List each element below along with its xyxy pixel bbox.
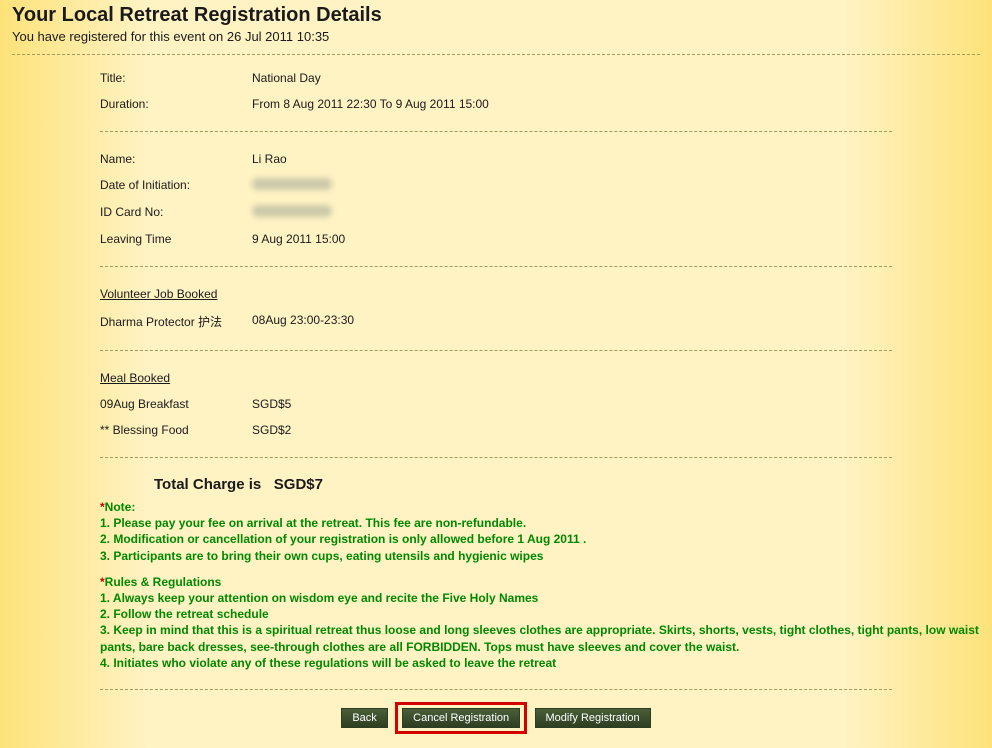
divider [100, 350, 892, 351]
meal-item-value: SGD$5 [252, 397, 980, 411]
back-button[interactable]: Back [341, 708, 387, 728]
volunteer-heading: Volunteer Job Booked [100, 281, 980, 307]
id-label: ID Card No: [100, 205, 252, 220]
duration-value: From 8 Aug 2011 22:30 To 9 Aug 2011 15:0… [252, 97, 980, 111]
meal-item-value: SGD$2 [252, 423, 980, 437]
highlight-box: Cancel Registration [395, 702, 527, 734]
doi-value [252, 178, 980, 193]
redacted-blur [252, 178, 332, 190]
rules-heading: Rules & Regulations [105, 575, 222, 589]
rule-line: 1. Always keep your attention on wisdom … [100, 591, 538, 605]
volunteer-job-label: Dharma Protector 护法 [100, 313, 252, 330]
leaving-label: Leaving Time [100, 232, 252, 246]
modify-registration-button[interactable]: Modify Registration [535, 708, 651, 728]
note-line: 3. Participants are to bring their own c… [100, 549, 543, 563]
rule-line: 2. Follow the retreat schedule [100, 607, 269, 621]
divider [100, 457, 892, 458]
note-line: 1. Please pay your fee on arrival at the… [100, 516, 526, 530]
name-label: Name: [100, 152, 252, 166]
volunteer-job-value: 08Aug 23:00-23:30 [252, 313, 980, 330]
notes-block: *Note: 1. Please pay your fee on arrival… [100, 499, 980, 681]
divider [100, 689, 892, 690]
name-value: Li Rao [252, 152, 980, 166]
leaving-value: 9 Aug 2011 15:00 [252, 232, 980, 246]
note-line: 2. Modification or cancellation of your … [100, 532, 586, 546]
note-heading: Note: [105, 500, 136, 514]
registration-subtitle: You have registered for this event on 26… [12, 29, 980, 44]
redacted-blur [252, 205, 332, 217]
event-title-label: Title: [100, 71, 252, 85]
event-title-value: National Day [252, 71, 980, 85]
meal-heading: Meal Booked [100, 365, 980, 391]
divider [100, 131, 892, 132]
id-value [252, 205, 980, 220]
duration-label: Duration: [100, 97, 252, 111]
rule-line: 3. Keep in mind that this is a spiritual… [100, 623, 979, 653]
doi-label: Date of Initiation: [100, 178, 252, 193]
meal-item-label: ** Blessing Food [100, 423, 252, 437]
page-title: Your Local Retreat Registration Details [12, 4, 980, 27]
meal-item-label: 09Aug Breakfast [100, 397, 252, 411]
total-value: SGD$7 [274, 476, 323, 493]
divider [100, 266, 892, 267]
cancel-registration-button[interactable]: Cancel Registration [402, 708, 520, 728]
total-label: Total Charge is [154, 476, 261, 493]
rule-line: 4. Initiates who violate any of these re… [100, 656, 556, 670]
